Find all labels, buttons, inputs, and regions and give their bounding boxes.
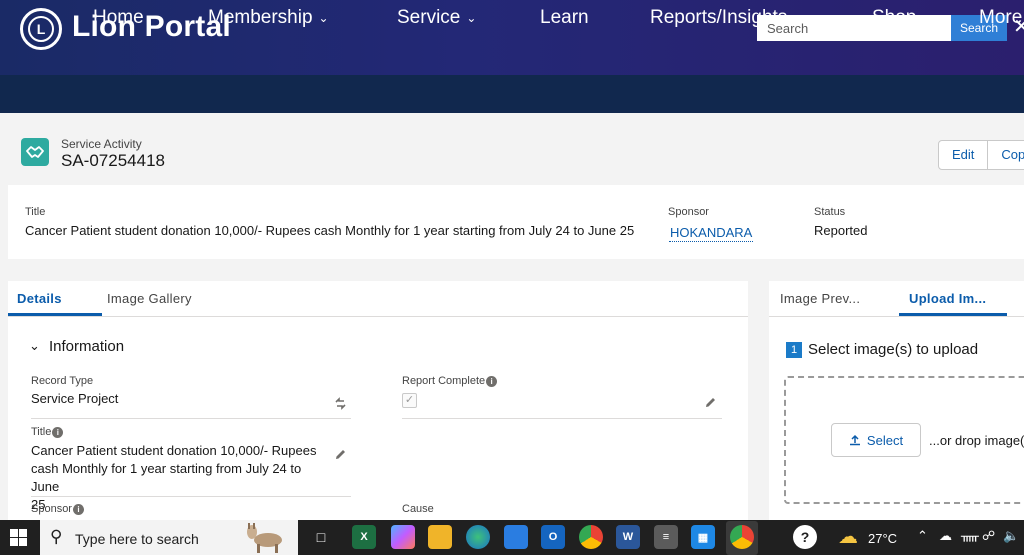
field-label-text: Sponsor <box>31 503 72 515</box>
upload-icon <box>849 434 860 446</box>
info-icon[interactable]: i <box>486 376 498 387</box>
change-record-type-icon[interactable] <box>334 397 348 411</box>
excel-icon[interactable]: X <box>352 525 376 549</box>
record-id: SA-07254418 <box>61 151 165 170</box>
chevron-down-icon: ⌄ <box>466 10 477 25</box>
chevron-down-icon: ⌄ <box>318 10 329 25</box>
weather-cloud-icon[interactable]: ☁ <box>838 524 858 549</box>
copilot-icon[interactable] <box>391 525 415 549</box>
tab-upload-images[interactable]: Upload Im... <box>909 291 986 306</box>
lions-logo-icon[interactable]: L <box>20 8 62 50</box>
file-explorer-icon[interactable] <box>428 525 452 549</box>
temperature-readout[interactable]: 27°C <box>868 531 897 546</box>
report-complete-checkbox[interactable]: ✓ <box>402 393 417 408</box>
nav-service[interactable]: Service ⌄ <box>397 7 476 29</box>
outlook-icon[interactable]: O <box>541 525 565 549</box>
highlight-status-value: Reported <box>814 223 868 238</box>
volume-icon[interactable]: 🔈 <box>1003 528 1019 544</box>
upload-step-text: Select image(s) to upload <box>808 341 979 358</box>
highlight-title-value: Cancer Patient student donation 10,000/-… <box>25 223 635 238</box>
report-complete-label: Report Complete i <box>402 375 498 387</box>
task-view-icon[interactable]: □ <box>309 525 333 549</box>
edit-button[interactable]: Edit <box>939 141 987 169</box>
record-type-value: Service Project <box>31 391 119 406</box>
cause-label: Cause <box>402 503 434 515</box>
nav-membership[interactable]: Membership ⌄ <box>208 7 329 29</box>
select-button-label: Select <box>866 432 904 448</box>
info-icon[interactable]: i <box>52 427 64 438</box>
highlight-status-label: Status <box>814 206 846 218</box>
info-icon[interactable]: i <box>72 504 84 515</box>
highlight-sponsor-label: Sponsor <box>668 206 709 218</box>
nav-home[interactable]: Home <box>93 7 144 29</box>
nav-label: Learn <box>540 7 589 28</box>
calculator-icon[interactable]: ≡ <box>654 525 678 549</box>
store-icon[interactable] <box>504 525 528 549</box>
chrome-icon[interactable] <box>579 525 603 549</box>
chevron-up-icon[interactable]: ⌃ <box>917 528 928 544</box>
word-icon[interactable]: W <box>616 525 640 549</box>
search-icon: ⚲ <box>50 527 63 546</box>
highlight-title-label: Title <box>25 206 46 218</box>
tab-details[interactable]: Details <box>17 291 62 306</box>
edge-icon[interactable] <box>466 525 490 549</box>
tab-image-gallery[interactable]: Image Gallery <box>107 291 192 306</box>
section-information-title[interactable]: Information <box>49 338 124 355</box>
windows-start-icon[interactable] <box>10 529 27 546</box>
field-label-text: Report Complete <box>402 375 486 387</box>
highlights-panel <box>8 185 1024 259</box>
divider <box>769 316 1024 317</box>
record-header <box>0 113 1024 185</box>
chrome-profile-icon[interactable] <box>730 525 754 549</box>
nav-label: More <box>979 7 1023 28</box>
field-label-text: Title <box>31 426 52 438</box>
chevron-down-icon[interactable]: ⌄ <box>29 338 40 354</box>
nav-reports-insights[interactable]: Reports/Insights ⌄ <box>650 7 803 29</box>
help-icon[interactable]: ? <box>793 525 817 549</box>
pencil-icon[interactable] <box>334 448 348 462</box>
taskbar-search-text[interactable]: Type here to search <box>75 531 199 547</box>
record-actions: Edit Copy <box>938 140 1024 170</box>
bluetooth-icon[interactable]: ᚅ <box>961 528 979 544</box>
donkey-illustration-icon <box>247 523 282 553</box>
nav-label: Service <box>397 7 461 28</box>
nav-shop[interactable]: Shop <box>872 7 916 29</box>
record-type-label: Record Type <box>31 375 94 387</box>
nav-more[interactable]: More <box>979 7 1022 29</box>
nav-label: Home <box>93 7 144 28</box>
pencil-icon[interactable] <box>704 396 718 410</box>
handshake-icon <box>21 138 49 166</box>
title-label: Title i <box>31 426 64 438</box>
tab-image-preview[interactable]: Image Prev... <box>780 291 860 306</box>
nav-label: Shop <box>872 7 917 28</box>
record-object-type: Service Activity <box>61 137 142 151</box>
chevron-down-icon: ⌄ <box>793 10 804 25</box>
select-images-button[interactable]: Select <box>831 423 921 457</box>
title-line: cash Monthly for 1 year starting from Ju… <box>31 461 302 494</box>
title-line: Cancer Patient student donation 10,000/-… <box>31 443 317 458</box>
divider <box>8 316 748 317</box>
calendar-icon[interactable]: ▦ <box>691 525 715 549</box>
divider <box>31 496 351 497</box>
drop-hint: ...or drop image(s) <box>929 433 1024 448</box>
onedrive-icon[interactable]: ☁ <box>939 528 952 544</box>
step-number-badge: 1 <box>786 342 802 358</box>
nav-learn[interactable]: Learn <box>540 7 589 29</box>
copy-button[interactable]: Copy <box>987 141 1024 169</box>
nav-label: Membership <box>208 7 313 28</box>
main-nav <box>0 75 1024 113</box>
divider <box>402 418 722 419</box>
nav-label: Reports/Insights <box>650 7 788 28</box>
sponsor-label: Sponsor i <box>31 503 84 515</box>
sponsor-link[interactable]: HOKANDARA <box>669 225 754 242</box>
divider <box>31 418 351 419</box>
network-icon[interactable]: ☍ <box>982 528 995 544</box>
